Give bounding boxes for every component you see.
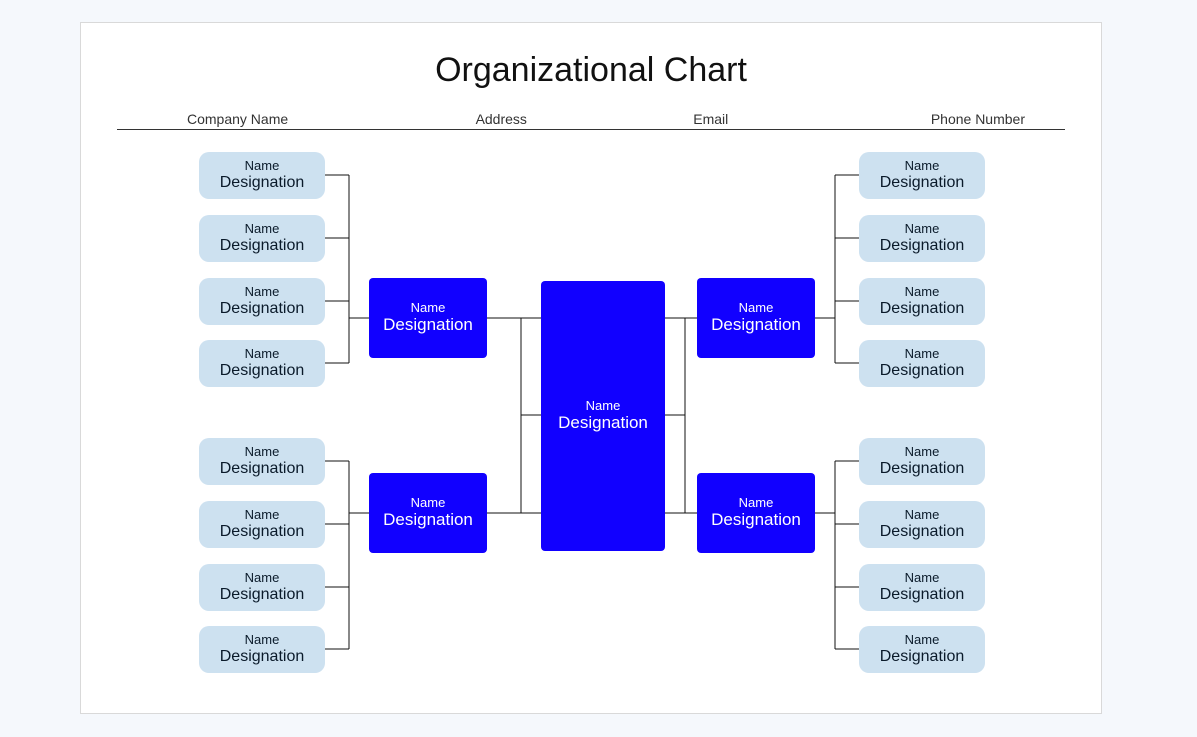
node-designation: Designation (220, 522, 305, 541)
node-designation: Designation (880, 236, 965, 255)
org-node-root: Name Designation (541, 281, 665, 551)
org-node-leaf: Name Designation (199, 438, 325, 485)
node-name: Name (411, 496, 446, 510)
node-name: Name (245, 633, 280, 647)
header-email: Email (606, 111, 816, 127)
org-node-leaf: Name Designation (199, 278, 325, 325)
org-node-leaf: Name Designation (199, 501, 325, 548)
node-name: Name (245, 347, 280, 361)
org-node-leaf: Name Designation (199, 340, 325, 387)
header-company: Company Name (127, 111, 397, 127)
node-name: Name (245, 285, 280, 299)
node-name: Name (739, 301, 774, 315)
header-address: Address (397, 111, 607, 127)
node-name: Name (905, 159, 940, 173)
org-node-leaf: Name Designation (859, 564, 985, 611)
org-node-leaf: Name Designation (859, 438, 985, 485)
org-node-leaf: Name Designation (199, 152, 325, 199)
page: Organizational Chart Company Name Addres… (0, 0, 1197, 737)
header-row: Company Name Address Email Phone Number (127, 111, 1055, 127)
node-name: Name (905, 445, 940, 459)
node-designation: Designation (220, 361, 305, 380)
node-name: Name (905, 285, 940, 299)
node-name: Name (905, 633, 940, 647)
node-designation: Designation (220, 585, 305, 604)
org-node-leaf: Name Designation (859, 278, 985, 325)
node-name: Name (739, 496, 774, 510)
org-node-leaf: Name Designation (859, 501, 985, 548)
node-designation: Designation (558, 413, 648, 433)
org-node-leaf: Name Designation (199, 564, 325, 611)
node-name: Name (905, 222, 940, 236)
node-designation: Designation (383, 510, 473, 530)
node-designation: Designation (880, 361, 965, 380)
org-node-branch: Name Designation (369, 473, 487, 553)
header-phone: Phone Number (816, 111, 1056, 127)
node-name: Name (411, 301, 446, 315)
node-designation: Designation (880, 173, 965, 192)
node-designation: Designation (711, 510, 801, 530)
sheet: Organizational Chart Company Name Addres… (80, 22, 1102, 714)
node-name: Name (245, 445, 280, 459)
node-designation: Designation (220, 299, 305, 318)
node-designation: Designation (880, 459, 965, 478)
org-node-leaf: Name Designation (199, 215, 325, 262)
org-node-leaf: Name Designation (859, 152, 985, 199)
node-name: Name (245, 159, 280, 173)
node-designation: Designation (880, 522, 965, 541)
node-name: Name (586, 399, 621, 413)
org-node-branch: Name Designation (697, 473, 815, 553)
node-name: Name (245, 222, 280, 236)
node-designation: Designation (383, 315, 473, 335)
org-node-leaf: Name Designation (199, 626, 325, 673)
header-divider (117, 129, 1065, 130)
node-designation: Designation (220, 459, 305, 478)
node-designation: Designation (220, 236, 305, 255)
node-name: Name (905, 508, 940, 522)
node-designation: Designation (880, 585, 965, 604)
node-name: Name (905, 347, 940, 361)
org-node-leaf: Name Designation (859, 340, 985, 387)
node-name: Name (245, 571, 280, 585)
node-designation: Designation (220, 173, 305, 192)
node-name: Name (905, 571, 940, 585)
node-designation: Designation (711, 315, 801, 335)
node-designation: Designation (880, 299, 965, 318)
node-designation: Designation (220, 647, 305, 666)
org-node-leaf: Name Designation (859, 215, 985, 262)
org-node-branch: Name Designation (697, 278, 815, 358)
node-designation: Designation (880, 647, 965, 666)
org-node-leaf: Name Designation (859, 626, 985, 673)
org-node-branch: Name Designation (369, 278, 487, 358)
chart-title: Organizational Chart (81, 51, 1101, 90)
node-name: Name (245, 508, 280, 522)
